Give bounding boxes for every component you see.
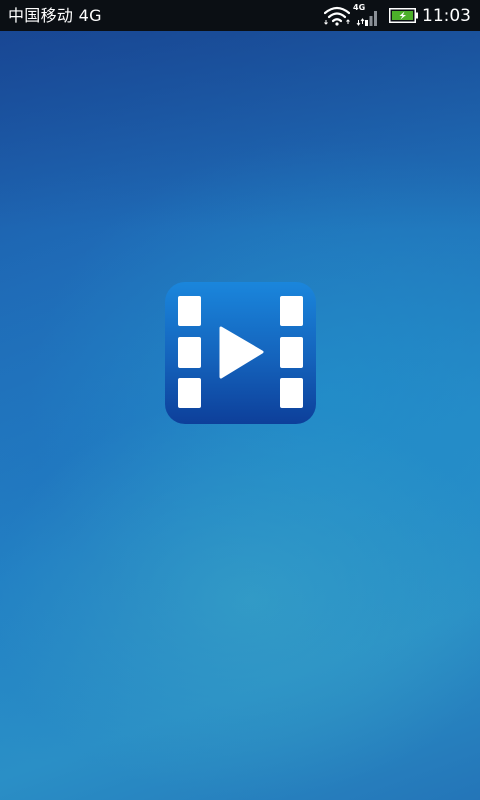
wifi-icon [324,6,350,26]
battery-charging-icon [389,8,418,23]
video-play-icon [165,282,316,424]
status-bar: 中国移动 4G 4G 11:03 [0,0,480,31]
splash-screen: 中国移动 4G 4G 11:03 [0,0,480,800]
carrier-label: 中国移动 4G [8,6,102,25]
signal-icon [356,11,377,26]
clock: 11:03 [422,6,471,26]
